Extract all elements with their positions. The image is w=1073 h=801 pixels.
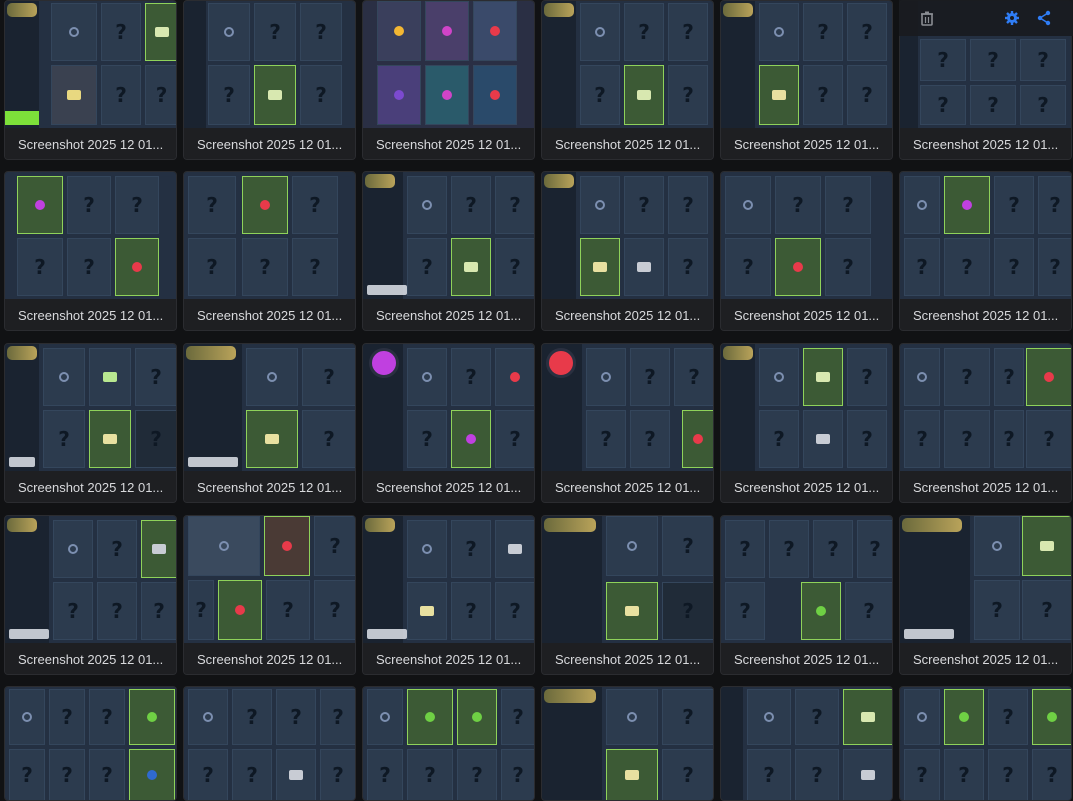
gallery-tile[interactable] [899, 686, 1072, 801]
settings-button[interactable] [1002, 8, 1022, 28]
file-caption: Screenshot 2025 12 01... [5, 643, 176, 674]
thumbnail [5, 516, 176, 643]
gear-icon [1005, 11, 1019, 25]
thumbnail [900, 344, 1071, 471]
gallery-tile[interactable]: Screenshot 2025 12 01... [720, 171, 893, 331]
thumbnail [542, 687, 713, 800]
file-caption: Screenshot 2025 12 01... [542, 128, 713, 159]
file-caption: Screenshot 2025 12 01... [542, 299, 713, 330]
gallery-tile[interactable]: Screenshot 2025 12 01... [720, 515, 893, 675]
gallery-tile[interactable]: Screenshot 2025 12 01... [183, 0, 356, 160]
gallery-tile[interactable]: Screenshot 2025 12 01... [4, 0, 177, 160]
gallery-tile[interactable]: Screenshot 2025 12 01... [183, 171, 356, 331]
gallery-tile[interactable] [4, 686, 177, 801]
share-button[interactable] [1034, 8, 1054, 28]
trash-icon [921, 11, 933, 26]
thumbnail [721, 172, 892, 299]
thumbnail [363, 516, 534, 643]
file-caption: Screenshot 2025 12 01... [363, 128, 534, 159]
thumbnail [184, 344, 355, 471]
gallery-tile[interactable]: Screenshot 2025 12 01... [541, 171, 714, 331]
thumbnail [5, 172, 176, 299]
gallery-tile[interactable]: Screenshot 2025 12 01... [899, 343, 1072, 503]
gallery-tile[interactable]: Screenshot 2025 12 01... [183, 343, 356, 503]
gallery-tile[interactable]: Screenshot 2025 12 01... [899, 515, 1072, 675]
thumbnail [184, 687, 355, 800]
thumbnail [5, 344, 176, 471]
thumbnail [5, 1, 176, 128]
gallery-tile[interactable]: Screenshot 2025 12 01... [899, 171, 1072, 331]
file-caption: Screenshot 2025 12 01... [5, 128, 176, 159]
thumbnail [5, 687, 176, 800]
file-caption: Screenshot 2025 12 01... [542, 643, 713, 674]
thumbnail [363, 687, 534, 800]
thumbnail [721, 1, 892, 128]
thumbnail [184, 516, 355, 643]
thumbnail [721, 344, 892, 471]
file-caption: Screenshot 2025 12 01... [900, 299, 1071, 330]
gallery-tile[interactable] [720, 686, 893, 801]
thumbnail [363, 344, 534, 471]
thumbnail [542, 516, 713, 643]
thumbnail [542, 1, 713, 128]
thumbnail [363, 1, 534, 128]
thumbnail [900, 172, 1071, 299]
gallery-tile[interactable]: Screenshot 2025 12 01... [541, 343, 714, 503]
gallery-tile[interactable]: Screenshot 2025 12 01... [541, 0, 714, 160]
thumbnail [900, 687, 1071, 800]
thumbnail [721, 687, 892, 800]
tile-action-toolbar [899, 0, 1073, 36]
file-caption: Screenshot 2025 12 01... [542, 471, 713, 502]
file-caption: Screenshot 2025 12 01... [184, 128, 355, 159]
file-caption: Screenshot 2025 12 01... [184, 643, 355, 674]
gallery-tile[interactable]: Screenshot 2025 12 01... [362, 343, 535, 503]
share-icon [1037, 10, 1051, 26]
thumbnail [542, 344, 713, 471]
file-caption: Screenshot 2025 12 01... [900, 643, 1071, 674]
file-caption: Screenshot 2025 12 01... [184, 299, 355, 330]
thumbnail [184, 1, 355, 128]
file-caption: Screenshot 2025 12 01... [5, 299, 176, 330]
file-caption: Screenshot 2025 12 01... [363, 643, 534, 674]
gallery-tile[interactable]: Screenshot 2025 12 01... [362, 171, 535, 331]
file-caption: Screenshot 2025 12 01... [900, 471, 1071, 502]
gallery-tile[interactable]: Screenshot 2025 12 01... [720, 343, 893, 503]
file-caption: Screenshot 2025 12 01... [900, 128, 1071, 159]
gallery-tile[interactable]: Screenshot 2025 12 01... [362, 515, 535, 675]
gallery-tile[interactable]: Screenshot 2025 12 01... [4, 515, 177, 675]
delete-button[interactable] [917, 8, 937, 28]
file-caption: Screenshot 2025 12 01... [721, 643, 892, 674]
file-caption: Screenshot 2025 12 01... [721, 299, 892, 330]
gallery-tile[interactable] [541, 686, 714, 801]
thumbnail [721, 516, 892, 643]
screenshot-gallery: Screenshot 2025 12 01... Screenshot 2025… [0, 0, 1073, 801]
gallery-tile[interactable]: Screenshot 2025 12 01... [183, 515, 356, 675]
gallery-tile[interactable]: Screenshot 2025 12 01... [4, 343, 177, 503]
gallery-tile[interactable]: Screenshot 2025 12 01... [4, 171, 177, 331]
file-caption: Screenshot 2025 12 01... [363, 471, 534, 502]
gallery-tile[interactable] [183, 686, 356, 801]
file-caption: Screenshot 2025 12 01... [363, 299, 534, 330]
gallery-tile[interactable] [362, 686, 535, 801]
file-caption: Screenshot 2025 12 01... [5, 471, 176, 502]
file-caption: Screenshot 2025 12 01... [721, 128, 892, 159]
thumbnail [900, 516, 1071, 643]
thumbnail [184, 172, 355, 299]
file-caption: Screenshot 2025 12 01... [184, 471, 355, 502]
gallery-tile[interactable]: Screenshot 2025 12 01... [541, 515, 714, 675]
thumbnail [542, 172, 713, 299]
file-caption: Screenshot 2025 12 01... [721, 471, 892, 502]
thumbnail [363, 172, 534, 299]
gallery-tile[interactable]: Screenshot 2025 12 01... [362, 0, 535, 160]
gallery-tile[interactable]: Screenshot 2025 12 01... [720, 0, 893, 160]
